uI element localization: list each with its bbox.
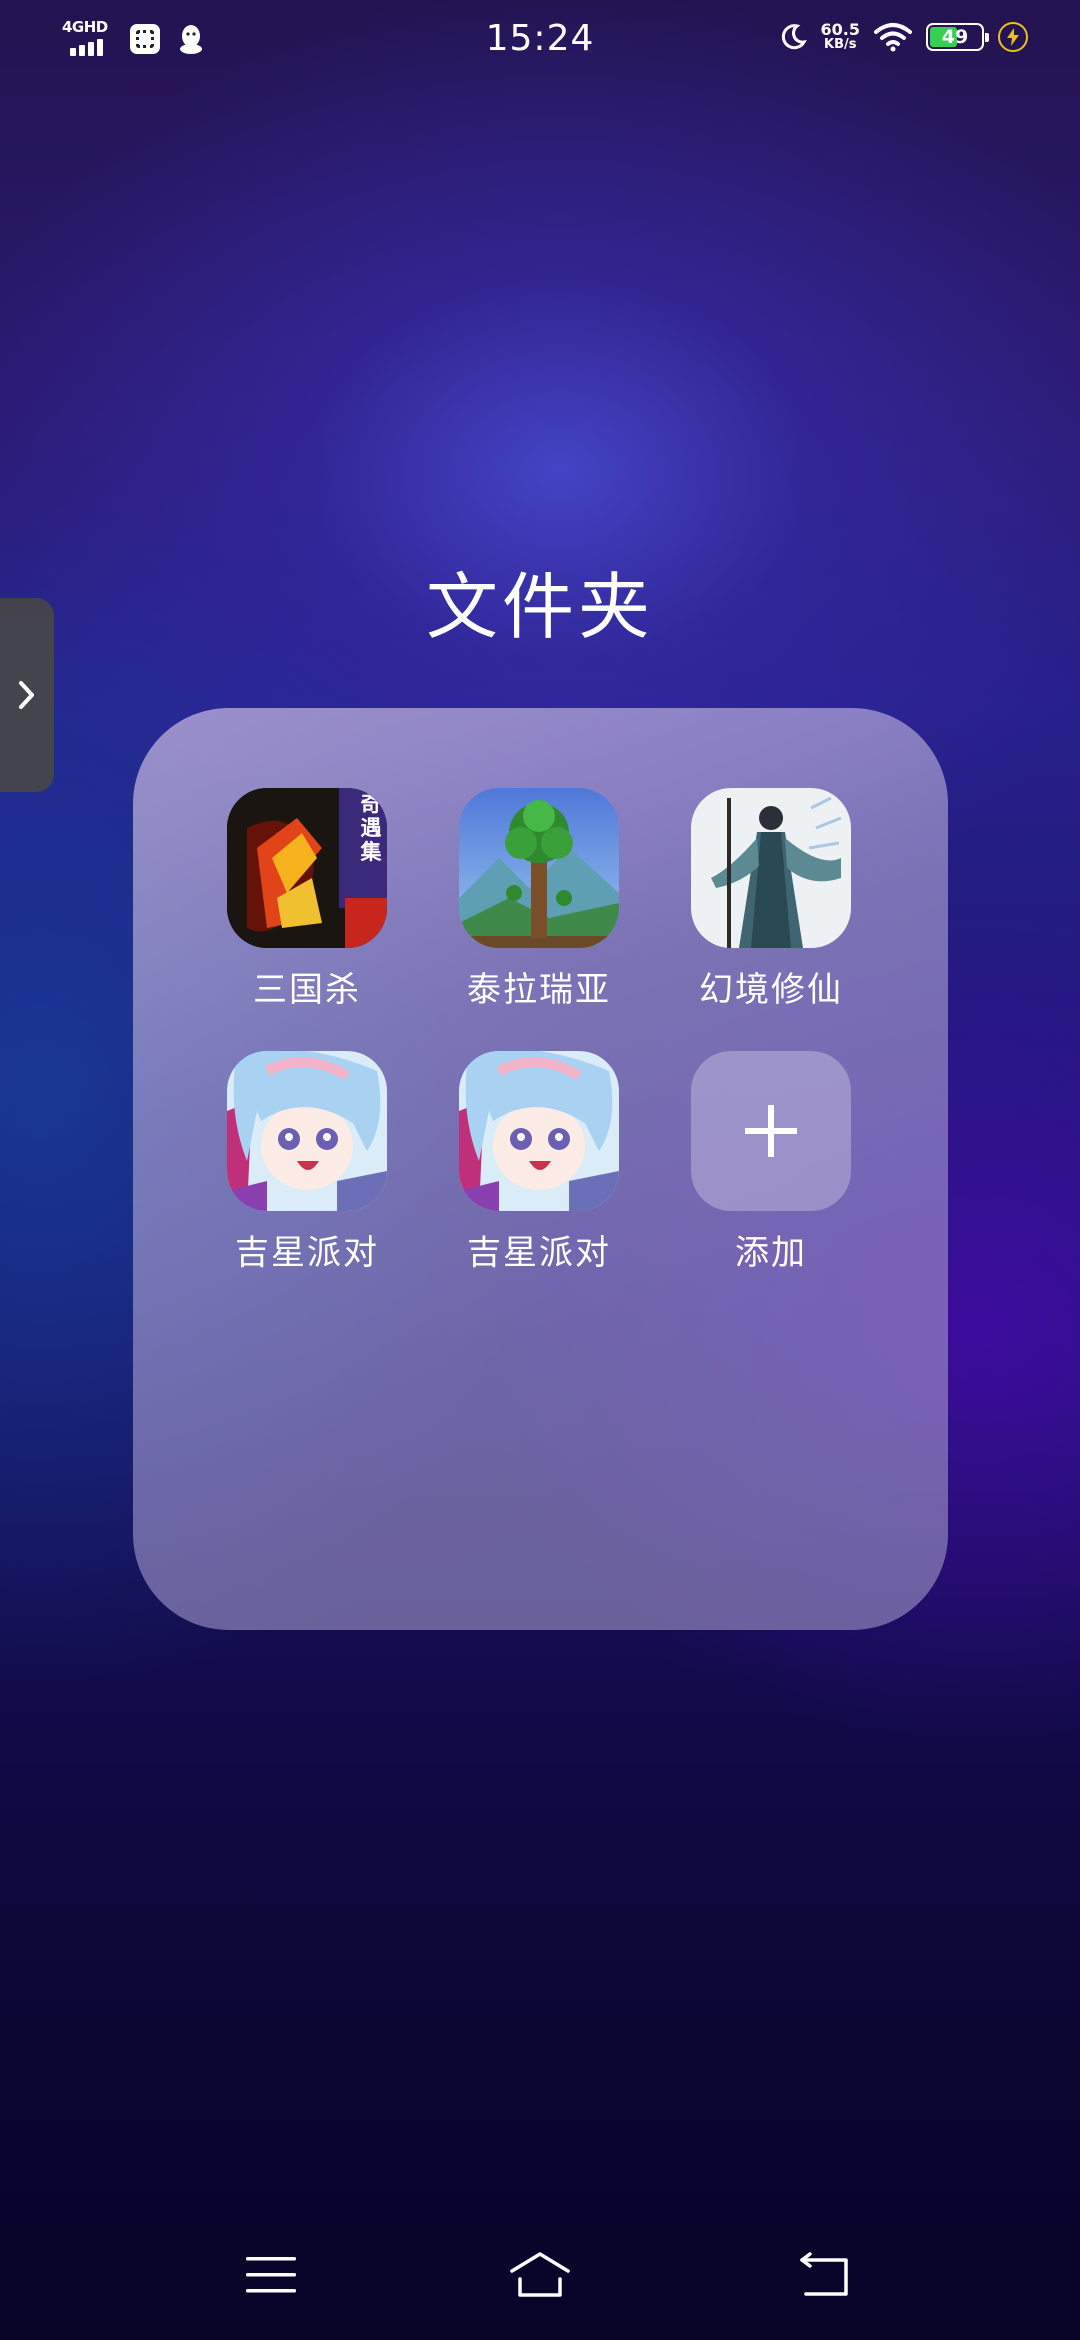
navigation-bar [0, 2240, 1080, 2320]
moon-icon [781, 24, 807, 50]
folder-panel: 奇遇集 三国杀 泰拉瑞亚 幻境修仙 吉星派对 吉星派对 添加 [133, 708, 948, 1630]
terraria-app-icon [459, 788, 619, 948]
battery-icon: 49 [926, 23, 989, 51]
back-icon [800, 2252, 848, 2296]
jixing-paidui-app-icon [459, 1051, 619, 1211]
back-button[interactable] [774, 2240, 874, 2310]
chevron-right-icon [19, 681, 34, 709]
home-button[interactable] [490, 2240, 590, 2310]
network-speed: 60.5 KB/s [820, 20, 860, 53]
charging-icon [998, 22, 1028, 52]
app-label: 吉星派对 [235, 1233, 379, 1273]
app-jixing-paidui[interactable]: 吉星派对 [439, 1051, 639, 1274]
battery-level: 49 [941, 26, 969, 48]
app-label: 添加 [735, 1233, 807, 1273]
wifi-icon [874, 23, 912, 52]
speed-unit: KB/s [824, 37, 857, 52]
app-sanguosha[interactable]: 奇遇集 三国杀 [207, 788, 407, 1011]
speed-value: 60.5 [820, 20, 860, 39]
status-bar: 4GHD 15:24 60.5 KB/s 49 [0, 0, 1080, 84]
add-icon [691, 1051, 851, 1211]
app-label: 三国杀 [253, 970, 361, 1010]
menu-icon [246, 2257, 296, 2293]
app-label: 泰拉瑞亚 [467, 970, 611, 1010]
add-app-button[interactable]: 添加 [671, 1051, 871, 1274]
sanguosha-badge: 奇遇集 [360, 792, 382, 864]
app-label: 幻境修仙 [699, 970, 843, 1010]
jixing-paidui-app-icon [227, 1051, 387, 1211]
app-jixing-paidui[interactable]: 吉星派对 [207, 1051, 407, 1274]
app-huanjing-xiuxian[interactable]: 幻境修仙 [671, 788, 871, 1011]
menu-button[interactable] [221, 2240, 321, 2310]
huanjing-xiuxian-app-icon [691, 788, 851, 948]
sanguosha-app-icon: 奇遇集 [227, 788, 387, 948]
home-icon [510, 2252, 570, 2297]
status-right: 60.5 KB/s 49 [779, 22, 1028, 52]
app-label: 吉星派对 [467, 1233, 611, 1273]
folder-title[interactable]: 文件夹 [0, 548, 1080, 653]
app-terraria[interactable]: 泰拉瑞亚 [439, 788, 639, 1011]
